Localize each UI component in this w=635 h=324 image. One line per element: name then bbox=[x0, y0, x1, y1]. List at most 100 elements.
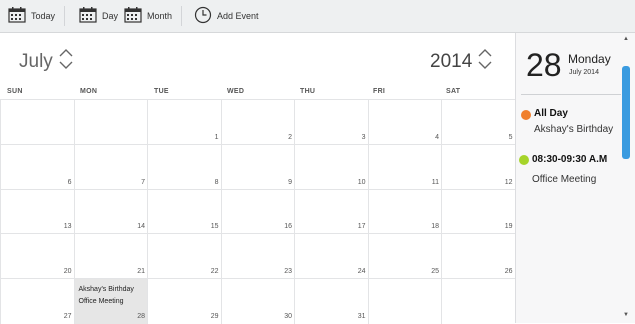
day-cell[interactable]: 12 bbox=[441, 143, 516, 190]
weekday-tue: TUE bbox=[154, 88, 169, 95]
panel-divider bbox=[521, 94, 621, 95]
day-cell[interactable]: 9 bbox=[220, 143, 295, 190]
day-cell[interactable]: 4 bbox=[367, 99, 442, 145]
day-number: 12 bbox=[504, 178, 513, 186]
day-cell[interactable]: 14 bbox=[73, 188, 148, 235]
day-number: 14 bbox=[137, 223, 145, 231]
day-number: 11 bbox=[431, 178, 439, 186]
day-number: 27 bbox=[63, 312, 72, 320]
year-spinner[interactable] bbox=[478, 47, 492, 76]
day-view-button[interactable]: Day bbox=[79, 5, 118, 27]
day-cell[interactable]: 5 bbox=[441, 99, 516, 145]
event-color-dot bbox=[519, 155, 529, 165]
day-number: 24 bbox=[357, 268, 366, 276]
selected-month-year: July 2014 bbox=[569, 69, 599, 76]
day-cell[interactable]: 18 bbox=[367, 188, 442, 235]
day-number: 9 bbox=[288, 178, 292, 186]
day-number: 17 bbox=[357, 223, 366, 231]
weekday-sat: SAT bbox=[446, 88, 461, 95]
day-cell[interactable]: 30 bbox=[220, 278, 295, 324]
day-number: 8 bbox=[214, 178, 219, 186]
day-number: 25 bbox=[431, 268, 439, 276]
month-calendar: July 2014 SUN MON TUE WED THU FRI SAT 12… bbox=[0, 33, 516, 324]
day-cell[interactable]: 11 bbox=[367, 143, 442, 190]
day-cell[interactable]: 21 bbox=[73, 233, 148, 280]
add-event-label: Add Event bbox=[217, 11, 259, 21]
cell-event[interactable]: Akshay's Birthday bbox=[79, 286, 134, 293]
day-cell[interactable]: 26 bbox=[441, 233, 516, 280]
day-label: Day bbox=[102, 11, 119, 21]
day-cell[interactable]: 25 bbox=[367, 233, 442, 280]
day-cell[interactable]: 8 bbox=[147, 143, 222, 190]
day-cell[interactable] bbox=[441, 278, 516, 324]
day-number: 23 bbox=[284, 268, 292, 276]
event-color-dot bbox=[521, 110, 531, 120]
day-number: 2 bbox=[288, 133, 292, 141]
day-cell[interactable]: 19 bbox=[441, 188, 516, 235]
day-cell[interactable]: 3 bbox=[294, 99, 369, 145]
event-title[interactable]: Office Meeting bbox=[532, 174, 596, 185]
calendar-icon bbox=[124, 7, 142, 25]
weekday-mon: MON bbox=[80, 88, 98, 95]
year-value: 2014 bbox=[430, 50, 473, 72]
calendar-icon bbox=[8, 7, 26, 25]
day-number: 15 bbox=[210, 223, 219, 231]
day-cell[interactable]: 17 bbox=[294, 188, 369, 235]
day-number: 5 bbox=[508, 133, 513, 141]
scroll-down-arrow-icon[interactable]: ▼ bbox=[622, 311, 630, 319]
today-button[interactable]: Today bbox=[8, 5, 55, 27]
day-number: 21 bbox=[137, 268, 145, 276]
day-cell[interactable]: 23 bbox=[220, 233, 295, 280]
today-label: Today bbox=[31, 11, 56, 21]
day-cell[interactable]: 24 bbox=[294, 233, 369, 280]
event-time: 08:30-09:30 A.M bbox=[532, 154, 608, 165]
day-cell[interactable]: 20 bbox=[0, 233, 75, 280]
toolbar-divider bbox=[181, 6, 182, 26]
scroll-up-arrow-icon[interactable]: ▲ bbox=[622, 35, 630, 43]
month-label: Month bbox=[147, 11, 173, 21]
day-cell[interactable]: 6 bbox=[0, 143, 75, 190]
cell-event[interactable]: Office Meeting bbox=[79, 298, 124, 305]
day-cell[interactable]: Akshay's Birthday Office Meeting 28 bbox=[73, 278, 148, 324]
day-number: 7 bbox=[141, 178, 145, 186]
day-cell[interactable] bbox=[73, 99, 148, 145]
scrollbar-thumb[interactable] bbox=[622, 66, 630, 159]
day-cell[interactable]: 15 bbox=[147, 188, 222, 235]
day-number: 10 bbox=[357, 178, 366, 186]
add-event-button[interactable]: Add Event bbox=[194, 5, 259, 27]
day-number: 31 bbox=[357, 312, 366, 320]
day-number: 6 bbox=[67, 178, 72, 186]
day-cell[interactable]: 10 bbox=[294, 143, 369, 190]
clock-icon bbox=[194, 6, 212, 26]
year-navigator: 2014 bbox=[430, 47, 492, 76]
day-cell[interactable]: 13 bbox=[0, 188, 75, 235]
selected-day-number: 28 bbox=[526, 47, 562, 83]
calendar-grid: 1 2 3 4 5 6 7 8 9 10 11 12 13 14 15 16 17 18 19 20 21 22 23 24 2… bbox=[0, 99, 516, 324]
day-cell[interactable]: 1 bbox=[147, 99, 222, 145]
day-number: 4 bbox=[435, 133, 439, 141]
day-cell[interactable]: 27 bbox=[0, 278, 75, 324]
day-number: 3 bbox=[361, 133, 366, 141]
event-title[interactable]: Akshay's Birthday bbox=[534, 124, 613, 135]
toolbar: Today Day Month Add Event bbox=[0, 0, 635, 33]
day-cell[interactable] bbox=[367, 278, 442, 324]
month-view-button[interactable]: Month bbox=[124, 5, 172, 27]
day-number: 18 bbox=[431, 223, 439, 231]
day-number: 16 bbox=[284, 223, 292, 231]
day-number: 13 bbox=[63, 223, 72, 231]
day-cell[interactable]: 16 bbox=[220, 188, 295, 235]
day-cell[interactable]: 2 bbox=[220, 99, 295, 145]
toolbar-divider bbox=[64, 6, 65, 26]
calendar-icon bbox=[79, 7, 97, 25]
month-name: July bbox=[19, 50, 53, 72]
day-cell[interactable] bbox=[0, 99, 75, 145]
day-cell[interactable]: 7 bbox=[73, 143, 148, 190]
day-cell[interactable]: 31 bbox=[294, 278, 369, 324]
selected-weekday: Monday bbox=[568, 52, 611, 66]
weekday-wed: WED bbox=[227, 88, 245, 95]
day-cell[interactable]: 29 bbox=[147, 278, 222, 324]
day-number: 28 bbox=[137, 312, 145, 320]
day-number: 26 bbox=[504, 268, 513, 276]
month-spinner[interactable] bbox=[59, 47, 73, 76]
day-cell[interactable]: 22 bbox=[147, 233, 222, 280]
